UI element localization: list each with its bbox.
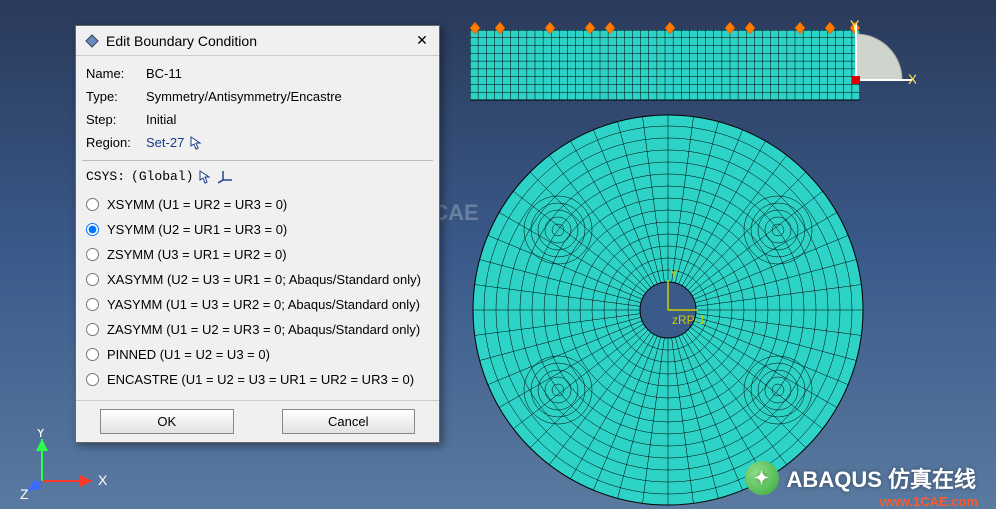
bc-option-row[interactable]: YASYMM (U1 = U3 = UR2 = 0; Abaqus/Standa… [86, 292, 429, 317]
bc-option-label: ZSYMM (U3 = UR1 = UR2 = 0) [107, 247, 287, 262]
bc-option-radio[interactable] [86, 373, 99, 386]
bc-option-row[interactable]: ZASYMM (U1 = U2 = UR3 = 0; Abaqus/Standa… [86, 317, 429, 342]
bc-option-label: YASYMM (U1 = U3 = UR2 = 0; Abaqus/Standa… [107, 297, 420, 312]
brand-text: ABAQUS 仿真在线 [787, 462, 976, 494]
bc-option-label: XASYMM (U2 = U3 = UR1 = 0; Abaqus/Standa… [107, 272, 421, 287]
rect-mesh [470, 30, 860, 110]
triad-z-label: Z [20, 486, 29, 499]
ok-button[interactable]: OK [100, 409, 234, 434]
view-compass[interactable]: X Y [846, 20, 916, 90]
wechat-icon: ✦ [745, 461, 779, 495]
disc-mesh: Y zRP-1 [468, 110, 868, 509]
csys-value: (Global) [131, 169, 193, 184]
bc-option-radio[interactable] [86, 298, 99, 311]
bc-option-label: YSYMM (U2 = UR1 = UR3 = 0) [107, 222, 287, 237]
type-label: Type: [86, 89, 146, 104]
bc-option-label: ENCASTRE (U1 = U2 = U3 = UR1 = UR2 = UR3… [107, 372, 414, 387]
bc-option-label: PINNED (U1 = U2 = U3 = 0) [107, 347, 270, 362]
bc-option-label: ZASYMM (U1 = U2 = UR3 = 0; Abaqus/Standa… [107, 322, 420, 337]
edit-bc-dialog: Edit Boundary Condition ✕ Name: BC-11 Ty… [75, 25, 440, 443]
bc-option-radio[interactable] [86, 248, 99, 261]
step-value: Initial [146, 112, 176, 127]
bc-option-row[interactable]: XASYMM (U2 = U3 = UR1 = 0; Abaqus/Standa… [86, 267, 429, 292]
region-label: Region: [86, 135, 146, 150]
bc-option-radio[interactable] [86, 348, 99, 361]
compass-y-label: Y [850, 20, 860, 33]
dialog-titlebar[interactable]: Edit Boundary Condition ✕ [76, 26, 439, 56]
triad-y-label: Y [36, 429, 46, 440]
bc-option-radio[interactable] [86, 323, 99, 336]
step-label: Step: [86, 112, 146, 127]
bc-type-radiogroup: XSYMM (U1 = UR2 = UR3 = 0) YSYMM (U2 = UR… [76, 190, 439, 400]
type-value: Symmetry/Antisymmetry/Encastre [146, 89, 342, 104]
bc-markers [470, 20, 860, 40]
pick-csys-icon[interactable] [199, 170, 211, 184]
bc-option-radio[interactable] [86, 273, 99, 286]
rp-label: RP-1 [678, 313, 706, 327]
bc-option-row[interactable]: ENCASTRE (U1 = U2 = U3 = UR1 = UR2 = UR3… [86, 367, 429, 392]
triad-x-label: X [98, 472, 108, 488]
csys-label: CSYS: [86, 169, 125, 184]
bc-option-row[interactable]: PINNED (U1 = U2 = U3 = 0) [86, 342, 429, 367]
bc-icon [84, 33, 100, 49]
compass-x-label: X [908, 71, 916, 87]
bc-option-radio[interactable] [86, 223, 99, 236]
datum-csys-icon[interactable] [217, 170, 233, 184]
name-value: BC-11 [146, 66, 182, 81]
cancel-button[interactable]: Cancel [282, 409, 416, 434]
bc-option-radio[interactable] [86, 198, 99, 211]
url-watermark: www.1CAE.com [880, 494, 978, 509]
bc-option-row[interactable]: ZSYMM (U3 = UR1 = UR2 = 0) [86, 242, 429, 267]
region-value: Set-27 [146, 135, 184, 150]
svg-text:zRP-1: zRP-1 [672, 313, 706, 327]
brand-watermark: ✦ ABAQUS 仿真在线 [745, 461, 976, 495]
close-icon[interactable]: ✕ [413, 32, 431, 49]
dialog-title: Edit Boundary Condition [106, 33, 413, 49]
bc-option-row[interactable]: YSYMM (U2 = UR1 = UR3 = 0) [86, 217, 429, 242]
bc-option-row[interactable]: XSYMM (U1 = UR2 = UR3 = 0) [86, 192, 429, 217]
name-label: Name: [86, 66, 146, 81]
bc-option-label: XSYMM (U1 = UR2 = UR3 = 0) [107, 197, 287, 212]
mini-axis-y-label: Y [670, 267, 678, 281]
pick-region-icon[interactable] [190, 136, 202, 150]
